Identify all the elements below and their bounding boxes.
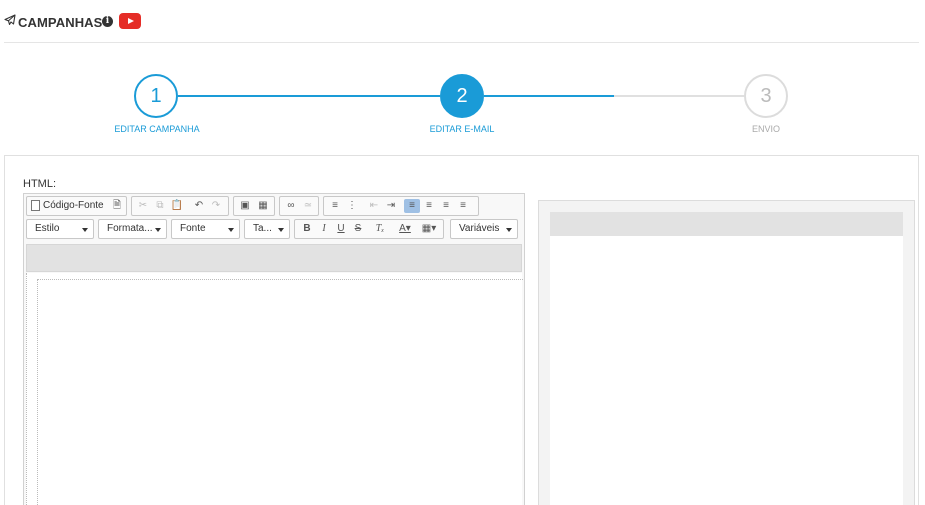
paste-icon[interactable]: 📋: [169, 199, 185, 213]
underline-button[interactable]: U: [333, 222, 349, 236]
background-color-icon[interactable]: ▦▾: [419, 222, 439, 236]
numbered-list-icon[interactable]: ≡: [327, 199, 343, 213]
variables-select[interactable]: Variáveis: [450, 219, 518, 239]
step-3-circle[interactable]: 3: [744, 74, 788, 118]
chevron-down-icon: [155, 228, 161, 232]
bold-button[interactable]: B: [299, 222, 315, 236]
step-1-circle[interactable]: 1: [134, 74, 178, 118]
preview-header-bar: [550, 212, 903, 236]
link-icon[interactable]: ∞: [283, 199, 299, 213]
toolbar-row-2: Estilo Formata... Fonte Ta... B I U S Tₓ: [26, 219, 522, 241]
editor-content-area[interactable]: [26, 273, 523, 505]
font-select[interactable]: Fonte: [171, 219, 240, 239]
italic-button[interactable]: I: [316, 222, 332, 236]
toolbar-group-links: ∞ ≃: [279, 196, 319, 216]
page-title: CAMPANHAS: [18, 15, 103, 30]
toolbar-row-1: Código-Fonte 🗎 ✂ ⧉ 📋 ↶ ↷ ▣ ▦ ∞ ≃ ≡ ⋮ ⇤ ⇥…: [26, 196, 522, 218]
cut-icon[interactable]: ✂: [135, 199, 151, 213]
editor-content-frame[interactable]: [37, 279, 523, 505]
step-connector-1: [178, 95, 440, 97]
outdent-icon[interactable]: ⇤: [366, 199, 382, 213]
step-2-label[interactable]: EDITAR E-MAIL: [382, 124, 542, 134]
table-icon[interactable]: ▦: [255, 199, 271, 213]
chevron-down-icon: [228, 228, 234, 232]
chevron-down-icon: [82, 228, 88, 232]
youtube-icon[interactable]: [119, 13, 141, 29]
variables-select-label: Variáveis: [459, 223, 500, 234]
info-icon[interactable]: i: [102, 16, 113, 27]
paper-plane-icon: [4, 14, 16, 26]
format-select-label: Formata...: [107, 223, 153, 234]
format-select[interactable]: Formata...: [98, 219, 167, 239]
align-left-icon[interactable]: ≡: [404, 199, 420, 213]
preview-content: [550, 236, 903, 505]
size-select[interactable]: Ta...: [244, 219, 290, 239]
image-icon[interactable]: ▣: [237, 199, 253, 213]
unlink-icon[interactable]: ≃: [300, 199, 316, 213]
undo-icon[interactable]: ↶: [191, 199, 207, 213]
size-select-label: Ta...: [253, 223, 272, 234]
header-divider: [4, 42, 919, 43]
step-connector-3: [614, 95, 744, 97]
email-preview: [538, 200, 915, 505]
toolbar-group-document: Código-Fonte 🗎: [26, 196, 127, 216]
source-icon: [31, 200, 40, 211]
redo-icon[interactable]: ↷: [208, 199, 224, 213]
copy-icon[interactable]: ⧉: [152, 199, 168, 213]
step-connector-2: [484, 95, 614, 97]
toolbar-group-insert: ▣ ▦: [233, 196, 275, 216]
toolbar-group-paragraph: ≡ ⋮ ⇤ ⇥ ≡ ≡ ≡ ≡: [323, 196, 479, 216]
page-header: CAMPANHAS i: [0, 0, 925, 43]
style-select[interactable]: Estilo: [26, 219, 94, 239]
toolbar-group-basic-styles: B I U S Tₓ A▾ ▦▾: [294, 219, 444, 239]
new-page-icon[interactable]: 🗎: [109, 199, 125, 213]
step-3-label[interactable]: ENVIO: [686, 124, 846, 134]
step-2-circle[interactable]: 2: [440, 74, 484, 118]
source-code-button[interactable]: Código-Fonte: [29, 199, 104, 213]
email-editor-panel: HTML: Código-Fonte 🗎 ✂ ⧉ 📋 ↶ ↷ ▣ ▦ ∞ ≃ ≡…: [4, 155, 919, 505]
align-right-icon[interactable]: ≡: [438, 199, 454, 213]
wizard-steps: 1 2 3 EDITAR CAMPANHA EDITAR E-MAIL ENVI…: [0, 60, 925, 145]
html-editor: Código-Fonte 🗎 ✂ ⧉ 📋 ↶ ↷ ▣ ▦ ∞ ≃ ≡ ⋮ ⇤ ⇥…: [23, 193, 525, 505]
text-color-icon[interactable]: A▾: [395, 222, 415, 236]
style-select-label: Estilo: [35, 223, 60, 234]
font-select-label: Fonte: [180, 223, 206, 234]
editor-header-strip: [26, 244, 522, 272]
align-justify-icon[interactable]: ≡: [455, 199, 471, 213]
source-code-label: Código-Fonte: [43, 200, 104, 211]
step-1-label[interactable]: EDITAR CAMPANHA: [77, 124, 237, 134]
toolbar-group-clipboard: ✂ ⧉ 📋 ↶ ↷: [131, 196, 229, 216]
remove-format-icon[interactable]: Tₓ: [372, 222, 388, 236]
strikethrough-button[interactable]: S: [350, 222, 366, 236]
chevron-down-icon: [506, 228, 512, 232]
bulleted-list-icon[interactable]: ⋮: [344, 199, 360, 213]
html-label: HTML:: [23, 178, 56, 190]
chevron-down-icon: [278, 228, 284, 232]
indent-icon[interactable]: ⇥: [383, 199, 399, 213]
align-center-icon[interactable]: ≡: [421, 199, 437, 213]
